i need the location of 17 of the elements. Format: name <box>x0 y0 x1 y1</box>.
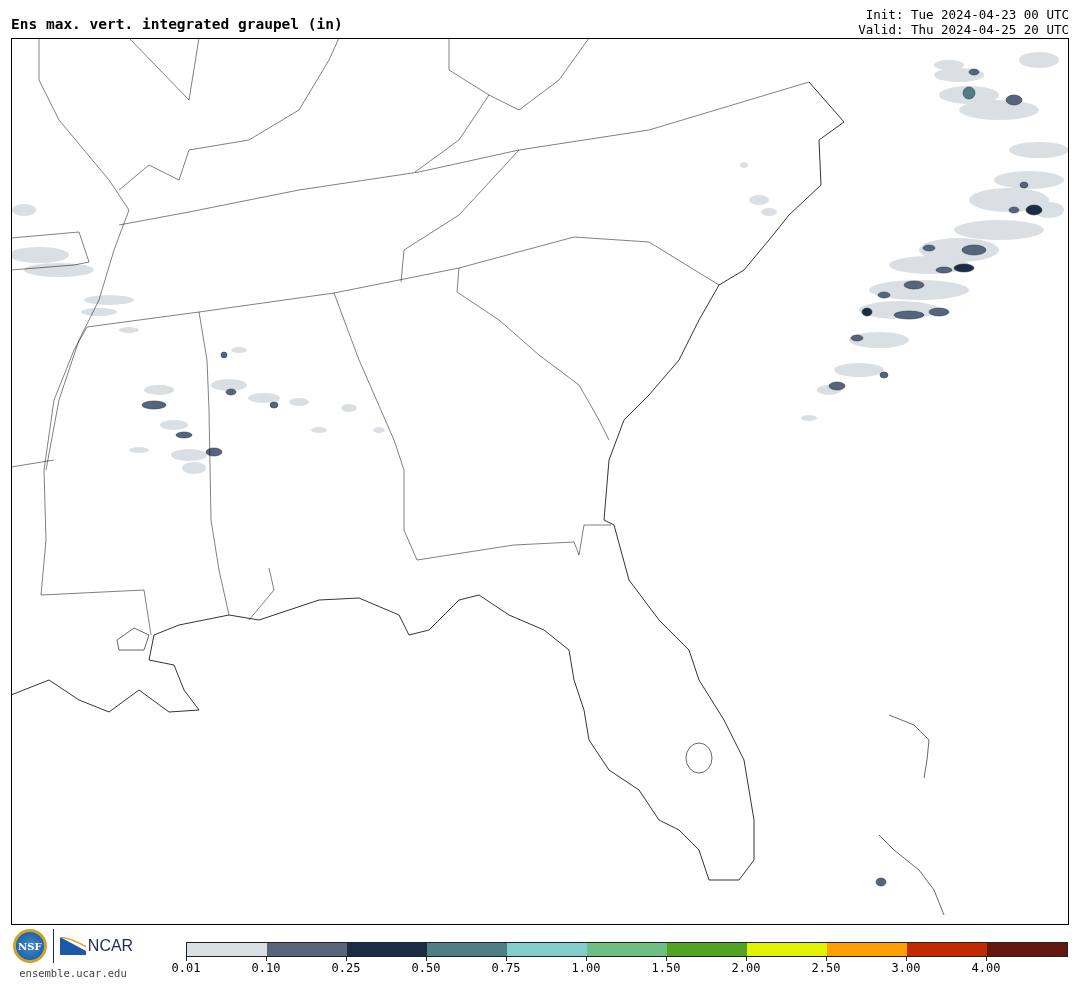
scale-label: 1.50 <box>650 961 682 975</box>
nsf-logo: NSF <box>12 929 47 963</box>
scale-label: 1.00 <box>570 961 602 975</box>
website-url: ensemble.ucar.edu <box>19 967 127 979</box>
init-time: Init: Tue 2024-04-23 00 UTC <box>865 7 1069 22</box>
scale-label: 0.25 <box>330 961 362 975</box>
scale-label: 2.50 <box>810 961 842 975</box>
scale-label: 2.00 <box>730 961 762 975</box>
chart-title: Ens max. vert. integrated graupel (in) <box>11 16 343 34</box>
scale-label: 4.00 <box>970 961 1002 975</box>
scale-label: 0.75 <box>490 961 522 975</box>
scale-label: 3.00 <box>890 961 922 975</box>
scale-label: 0.01 <box>170 961 202 975</box>
ncar-logo: NCAR <box>59 937 134 955</box>
scale-label: 0.10 <box>250 961 282 975</box>
scale-label: 0.50 <box>410 961 442 975</box>
valid-time: Valid: Thu 2024-04-25 20 UTC <box>858 22 1069 37</box>
